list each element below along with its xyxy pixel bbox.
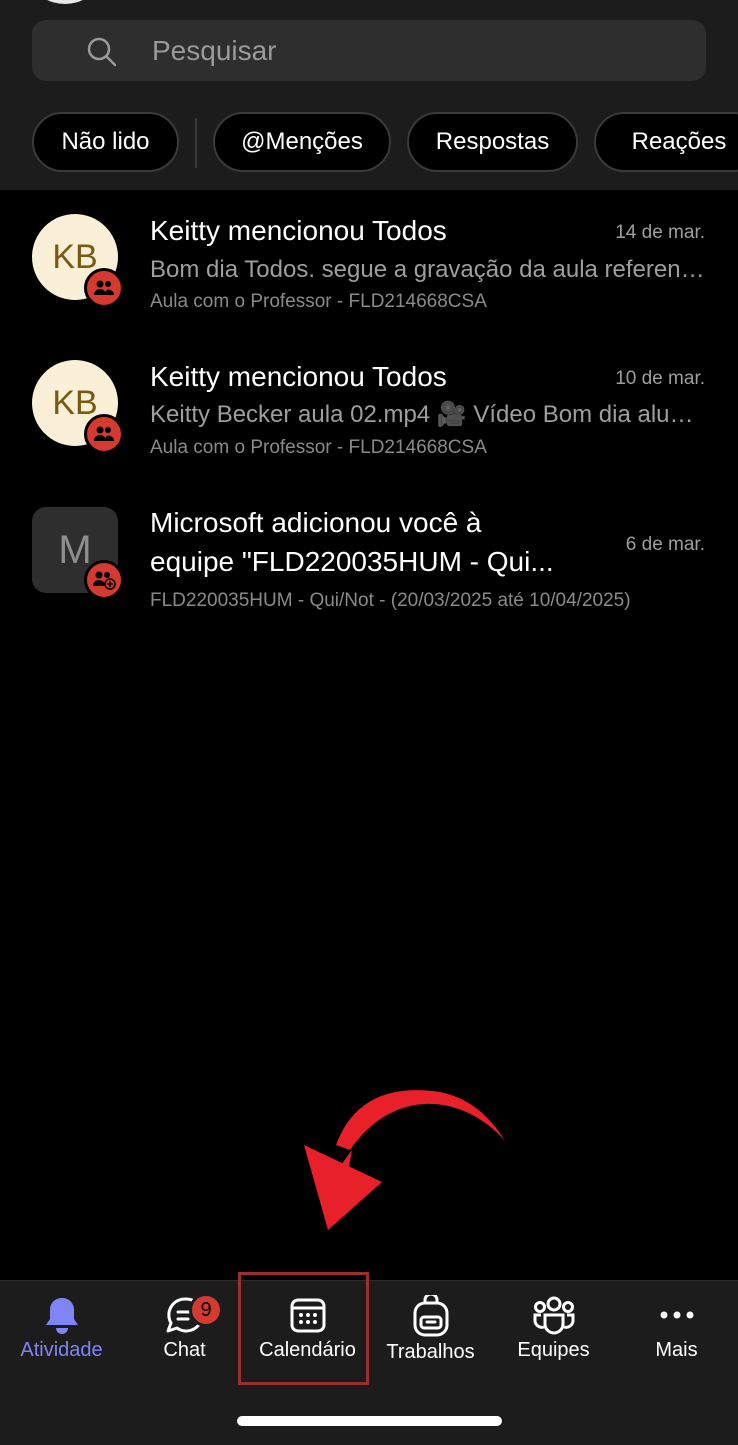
annotation-arrow-icon	[304, 1090, 505, 1230]
bell-icon	[45, 1298, 78, 1334]
annotation-highlight-box	[238, 1272, 369, 1385]
unread-count-badge: 9	[189, 1293, 223, 1327]
tab-more[interactable]: Mais	[615, 1295, 738, 1385]
tab-label: Trabalhos	[386, 1341, 475, 1363]
tab-chat[interactable]: Chat 9	[123, 1293, 246, 1385]
tab-label: Chat	[163, 1339, 206, 1361]
more-icon	[660, 1311, 693, 1319]
tab-label: Atividade	[20, 1339, 103, 1361]
tab-label: Equipes	[517, 1339, 590, 1361]
tab-activity[interactable]: Atividade	[0, 1295, 123, 1385]
tab-teams[interactable]: Equipes	[492, 1295, 615, 1385]
backpack-icon	[413, 1295, 448, 1337]
tab-assignments[interactable]: Trabalhos	[369, 1295, 492, 1385]
tab-label: Mais	[655, 1339, 698, 1361]
teams-icon	[533, 1296, 574, 1335]
home-indicator	[237, 1416, 502, 1426]
